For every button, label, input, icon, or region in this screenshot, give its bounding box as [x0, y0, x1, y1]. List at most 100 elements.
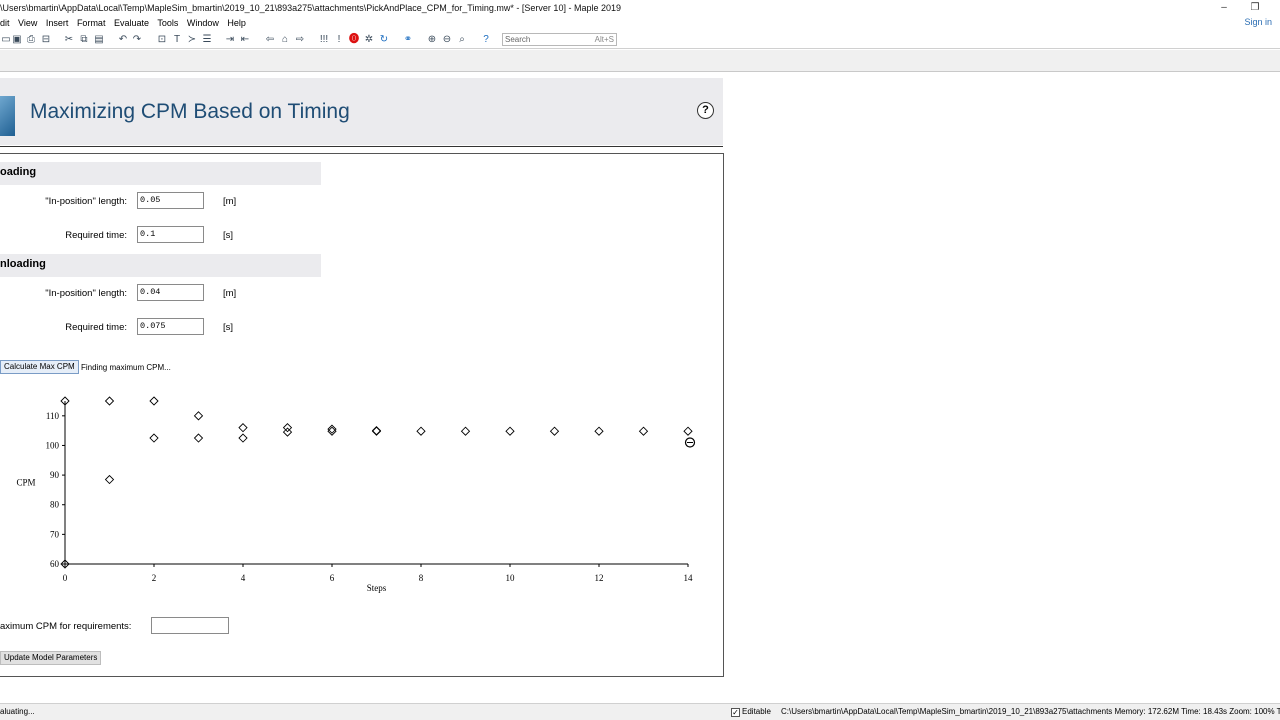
data-point	[193, 433, 204, 443]
x-tick-label: 6	[330, 573, 335, 583]
window-title: \Users\bmartin\AppData\Local\Temp\MapleS…	[0, 3, 621, 13]
menu-edit[interactable]: dit	[0, 18, 10, 28]
y-tick-label: 110	[46, 411, 60, 421]
x-tick-label: 4	[241, 573, 246, 583]
cut-icon[interactable]: ✂	[63, 34, 75, 46]
help-icon[interactable]: ?	[697, 102, 714, 119]
unloading-length-label: "In-position" length:	[45, 288, 127, 299]
search-placeholder: Search	[505, 35, 531, 44]
menu-window[interactable]: Window	[187, 18, 219, 28]
minimize-button[interactable]: –	[1214, 0, 1234, 16]
data-point	[149, 433, 159, 443]
stop-icon[interactable]: ⓿	[348, 34, 360, 46]
outdent-icon[interactable]: ⇤	[239, 34, 251, 46]
execute-icon[interactable]: !	[333, 34, 345, 46]
menu-bar: dit View Insert Format Evaluate Tools Wi…	[0, 16, 252, 30]
data-point	[594, 426, 604, 436]
back-icon[interactable]: ⇦	[264, 34, 276, 46]
data-point	[238, 433, 248, 443]
menu-help[interactable]: Help	[227, 18, 246, 28]
unloading-section-heading: nloading	[0, 254, 321, 277]
max-cpm-result-label: aximum CPM for requirements:	[0, 621, 132, 632]
data-point	[104, 474, 115, 485]
data-point	[683, 426, 693, 436]
paste-icon[interactable]: ▤	[93, 34, 105, 46]
unloading-length-unit: [m]	[223, 288, 237, 299]
menu-evaluate[interactable]: Evaluate	[114, 18, 149, 28]
sign-in-link[interactable]: Sign in	[1244, 17, 1272, 27]
y-tick-label: 90	[50, 470, 60, 480]
maplesim-logo-icon	[0, 96, 15, 136]
update-model-parameters-button[interactable]: Update Model Parameters	[0, 651, 102, 665]
redo-icon[interactable]: ↷	[131, 34, 143, 46]
print-preview-icon[interactable]: ⊟	[40, 34, 52, 46]
zoom-out-icon[interactable]: ⊖	[441, 34, 453, 46]
loading-time-input[interactable]: 0.1	[137, 226, 204, 243]
toolbar: ▭ ▣ ⎙ ⊟ ✂ ⧉ ▤ ↶ ↷ ⊡ T ≻ ☰ ⇥ ⇤ ⇦ ⌂ ⇨ !!! …	[0, 31, 1280, 49]
loading-length-label: "In-position" length:	[45, 196, 127, 207]
x-tick-label: 12	[595, 573, 604, 583]
x-tick-label: 8	[419, 573, 424, 583]
zoom-reset-icon[interactable]: ⌕	[456, 34, 468, 46]
data-point	[193, 411, 204, 421]
loading-length-input[interactable]: 0.05	[137, 192, 204, 209]
document-header: Maximizing CPM Based on Timing	[0, 78, 723, 145]
debug-icon[interactable]: ✲	[363, 34, 375, 46]
y-tick-label: 100	[46, 440, 60, 450]
status-info: C:\Users\bmartin\AppData\Local\Temp\Mapl…	[781, 707, 1280, 716]
copy-icon[interactable]: ⧉	[78, 34, 90, 46]
menu-format[interactable]: Format	[77, 18, 106, 28]
math-prompt-icon[interactable]: ≻	[186, 34, 198, 46]
unloading-time-input[interactable]: 0.075	[137, 318, 204, 335]
x-tick-label: 2	[152, 573, 157, 583]
unloading-time-label: Required time:	[65, 322, 127, 333]
y-tick-label: 60	[50, 559, 60, 569]
forward-icon[interactable]: ⇨	[294, 34, 306, 46]
menu-insert[interactable]: Insert	[46, 18, 69, 28]
editable-checkbox[interactable]: ✓	[731, 708, 740, 717]
menu-tools[interactable]: Tools	[157, 18, 178, 28]
max-cpm-result-field[interactable]	[151, 617, 229, 634]
zoom-in-icon[interactable]: ⊕	[426, 34, 438, 46]
unloading-length-input[interactable]: 0.04	[137, 284, 204, 301]
data-point	[149, 396, 159, 406]
cpm-plot[interactable]: 0 2 4 6 8 10 12 14 60 70 80 90 100 110 Steps CPM	[0, 390, 720, 600]
restart-icon[interactable]: ↻	[378, 34, 390, 46]
data-point	[505, 426, 515, 436]
context-bar	[0, 50, 1280, 72]
data-point	[104, 396, 115, 406]
x-tick-label: 0	[63, 573, 68, 583]
indent-icon[interactable]: ⇥	[224, 34, 236, 46]
maple-window: \Users\bmartin\AppData\Local\Temp\MapleS…	[0, 0, 1280, 720]
search-input[interactable]: Search Alt+S	[502, 33, 617, 46]
loading-length-unit: [m]	[223, 196, 237, 207]
editable-label: Editable	[742, 707, 771, 716]
search-shortcut: Alt+S	[594, 35, 614, 44]
menu-view[interactable]: View	[18, 18, 37, 28]
help-toolbar-icon[interactable]: ?	[480, 34, 492, 46]
save-icon[interactable]: ▣	[11, 34, 23, 46]
status-bar: aluating... ✓ Editable C:\Users\bmartin\…	[0, 703, 1280, 720]
status-evaluating: aluating...	[0, 707, 35, 716]
calc-status-text: Finding maximum CPM...	[81, 363, 171, 372]
text-mode-icon[interactable]: T	[171, 34, 183, 46]
execute-all-icon[interactable]: !!!	[318, 34, 330, 46]
home-icon[interactable]: ⌂	[279, 34, 291, 46]
undo-icon[interactable]: ↶	[117, 34, 129, 46]
insert-math-icon[interactable]: ⊡	[156, 34, 168, 46]
print-icon[interactable]: ⎙	[25, 34, 37, 46]
data-point	[238, 423, 248, 433]
loading-section-heading: oading	[0, 162, 321, 185]
restore-button[interactable]: ❐	[1245, 0, 1265, 16]
y-tick-label: 70	[50, 529, 60, 539]
connect-icon[interactable]: ⚭	[402, 34, 414, 46]
title-bar: \Users\bmartin\AppData\Local\Temp\MapleS…	[0, 0, 1280, 16]
calculate-max-cpm-button[interactable]: Calculate Max CPM	[0, 360, 79, 374]
x-tick-label: 14	[684, 573, 694, 583]
loading-time-label: Required time:	[65, 230, 127, 241]
header-divider	[0, 146, 723, 147]
paragraph-icon[interactable]: ☰	[201, 34, 213, 46]
data-point	[460, 426, 471, 436]
data-point	[638, 426, 649, 436]
y-axis-label: CPM	[16, 478, 35, 488]
